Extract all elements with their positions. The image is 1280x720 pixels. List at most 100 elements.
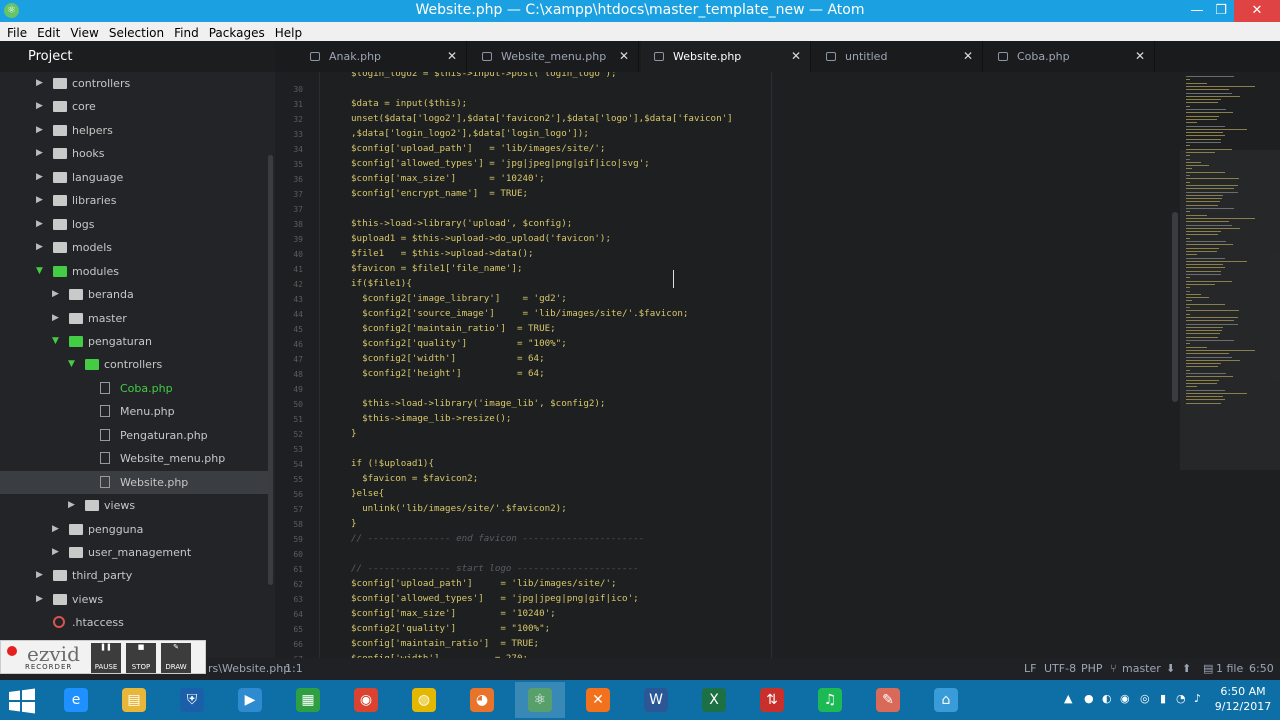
editor-scrollbar[interactable] bbox=[1172, 212, 1178, 402]
status-branch[interactable]: master bbox=[1122, 658, 1161, 680]
code-line[interactable]: $config['encrypt_name'] = TRUE; bbox=[351, 188, 528, 199]
status-cursor-position[interactable]: 1:1 bbox=[285, 658, 303, 680]
tree-item[interactable]: ▶ libraries bbox=[0, 189, 268, 212]
tree-item[interactable]: ▶ master bbox=[0, 307, 268, 330]
start-windows-icon[interactable] bbox=[8, 688, 36, 714]
tray-expand-icon[interactable]: ▲ bbox=[1064, 692, 1072, 705]
code-line[interactable]: $config2['quality'] = "100%"; bbox=[351, 623, 550, 634]
maximize-button[interactable]: ❐ bbox=[1210, 0, 1232, 22]
status-encoding[interactable]: UTF-8 bbox=[1044, 658, 1076, 680]
tree-item[interactable]: Coba.php bbox=[0, 377, 268, 400]
status-grammar[interactable]: PHP bbox=[1081, 658, 1103, 680]
taskbar-atom[interactable]: ⚛ bbox=[515, 682, 565, 718]
taskbar-store[interactable]: ▦ bbox=[283, 682, 333, 718]
tree-item[interactable]: ▶ language bbox=[0, 166, 268, 189]
tree-item[interactable]: ▶ core bbox=[0, 95, 268, 118]
close-button[interactable]: ✕ bbox=[1234, 0, 1280, 22]
tray-app-icon[interactable]: ● bbox=[1084, 692, 1094, 705]
minimize-button[interactable]: — bbox=[1186, 0, 1208, 22]
taskbar-word[interactable]: W bbox=[631, 682, 681, 718]
chevron-right-icon[interactable]: ▶ bbox=[36, 588, 46, 611]
code-line[interactable]: // --------------- start logo ----------… bbox=[351, 563, 639, 574]
tray-app2-icon[interactable]: ◐ bbox=[1102, 692, 1112, 705]
tree-item[interactable]: Pengaturan.php bbox=[0, 424, 268, 447]
code-line[interactable]: $favicon = $file1['file_name']; bbox=[351, 263, 522, 274]
tree-item[interactable]: ▶ models bbox=[0, 236, 268, 259]
taskbar-xampp[interactable]: ✕ bbox=[573, 682, 623, 718]
code-line[interactable]: $config['max_size'] = '10240'; bbox=[351, 173, 545, 184]
taskbar-excel[interactable]: X bbox=[689, 682, 739, 718]
code-editor[interactable]: 30 31 32 33 34 35 36 37 37 38 39 40 41 42 43 44 45 46 47 48… bbox=[275, 72, 1180, 658]
tree-item[interactable]: ▼ modules bbox=[0, 260, 268, 283]
code-line[interactable]: } bbox=[351, 518, 357, 529]
chevron-right-icon[interactable]: ▶ bbox=[36, 166, 46, 189]
taskbar-security[interactable]: ⛨ bbox=[167, 682, 217, 718]
code-line[interactable]: $config['allowed_types'] = 'jpg|jpeg|png… bbox=[351, 158, 650, 169]
chevron-right-icon[interactable]: ▶ bbox=[52, 518, 62, 541]
chevron-right-icon[interactable]: ▶ bbox=[52, 541, 62, 564]
close-icon[interactable]: ✕ bbox=[619, 41, 629, 72]
code-line[interactable]: unlink('lib/images/site/'.$favicon2); bbox=[351, 503, 567, 514]
tree-item[interactable]: .htaccess bbox=[0, 611, 268, 634]
taskbar-clock[interactable]: 6:50 AM 9/12/2017 bbox=[1213, 684, 1273, 714]
chevron-right-icon[interactable]: ▶ bbox=[36, 95, 46, 118]
chevron-right-icon[interactable]: ▶ bbox=[52, 283, 62, 306]
volume-icon[interactable]: ♪ bbox=[1194, 692, 1201, 705]
tab[interactable]: Website_menu.php ✕ bbox=[469, 41, 639, 72]
code-line[interactable]: if($file1){ bbox=[351, 278, 412, 289]
tree-item[interactable]: Website.php bbox=[0, 470, 268, 494]
tree-item[interactable]: ▼ pengaturan bbox=[0, 330, 268, 353]
tree-item[interactable]: ▶ pengguna bbox=[0, 518, 268, 541]
code-line[interactable]: ,$data['login_logo2'],$data['login_logo'… bbox=[351, 128, 589, 139]
status-line-ending[interactable]: LF bbox=[1024, 658, 1036, 680]
tree-item[interactable]: ▶ views bbox=[0, 494, 268, 517]
code-line[interactable]: $config['max_size'] = '10240'; bbox=[351, 608, 556, 619]
chevron-right-icon[interactable]: ▶ bbox=[36, 119, 46, 142]
taskbar-chrome[interactable]: ◍ bbox=[399, 682, 449, 718]
battery-icon[interactable]: ▮ bbox=[1160, 692, 1166, 705]
tree-item[interactable]: ▶ hooks bbox=[0, 142, 268, 165]
code-line[interactable]: $config2['maintain_ratio'] = TRUE; bbox=[351, 323, 556, 334]
tab[interactable]: Website.php ✕ bbox=[641, 41, 811, 72]
chevron-down-icon[interactable]: ▼ bbox=[36, 260, 46, 283]
code-line[interactable]: $config2['source_image'] = 'lib/images/s… bbox=[351, 308, 688, 319]
taskbar-internet-explorer[interactable]: e bbox=[51, 682, 101, 718]
code-line[interactable]: } bbox=[351, 428, 357, 439]
wifi-icon[interactable]: ◔ bbox=[1176, 692, 1186, 705]
close-icon[interactable]: ✕ bbox=[963, 41, 973, 72]
chevron-down-icon[interactable]: ▼ bbox=[68, 353, 78, 376]
pause-button[interactable]: ❚❚ PAUSE bbox=[91, 643, 121, 673]
code-line[interactable]: $login_logo2 = $this->input->post('login… bbox=[351, 72, 617, 79]
taskbar-network[interactable]: ⌂ bbox=[921, 682, 971, 718]
tree-item[interactable]: ▼ controllers bbox=[0, 353, 268, 376]
code-line[interactable]: $config2['height'] = 64; bbox=[351, 368, 545, 379]
status-file-path[interactable]: rs\Website.php bbox=[208, 658, 290, 680]
code-line[interactable]: $config['allowed_types'] = 'jpg|jpeg|png… bbox=[351, 593, 639, 604]
code-line[interactable]: if (!$upload1){ bbox=[351, 458, 434, 469]
code-line[interactable]: $upload1 = $this->upload->do_upload('fav… bbox=[351, 233, 611, 244]
taskbar-filezilla[interactable]: ⇅ bbox=[747, 682, 797, 718]
code-line[interactable]: $data = input($this); bbox=[351, 98, 467, 109]
chevron-right-icon[interactable]: ▶ bbox=[36, 189, 46, 212]
tree-item[interactable]: ▶ logs bbox=[0, 213, 268, 236]
chevron-down-icon[interactable]: ▼ bbox=[52, 330, 62, 353]
code-line[interactable]: $this->image_lib->resize(); bbox=[351, 413, 511, 424]
close-icon[interactable]: ✕ bbox=[447, 41, 457, 72]
code-line[interactable]: $config['maintain_ratio'] = TRUE; bbox=[351, 638, 539, 649]
code-line[interactable]: $this->load->library('image_lib', $confi… bbox=[351, 398, 605, 409]
status-file-count[interactable]: 1 file bbox=[1216, 658, 1243, 680]
close-icon[interactable]: ✕ bbox=[1135, 41, 1145, 72]
chevron-right-icon[interactable]: ▶ bbox=[36, 236, 46, 259]
chevron-right-icon[interactable]: ▶ bbox=[36, 142, 46, 165]
taskbar-spotify[interactable]: ♫ bbox=[805, 682, 855, 718]
taskbar-video-app[interactable]: ◉ bbox=[341, 682, 391, 718]
code-line[interactable]: unset($data['logo2'],$data['favicon2'],$… bbox=[351, 113, 733, 124]
tree-item[interactable]: ▶ user_management bbox=[0, 541, 268, 564]
chevron-right-icon[interactable]: ▶ bbox=[68, 494, 78, 517]
code-line[interactable]: $config2['quality'] = "100%"; bbox=[351, 338, 567, 349]
tree-item[interactable]: ▶ controllers bbox=[0, 72, 268, 95]
tree-item[interactable]: Website_menu.php bbox=[0, 447, 268, 470]
fetch-up-icon[interactable]: ⬆ bbox=[1182, 658, 1191, 680]
code-line[interactable]: $favicon = $favicon2; bbox=[351, 473, 478, 484]
code-line[interactable]: $this->load->library('upload', $config); bbox=[351, 218, 572, 229]
